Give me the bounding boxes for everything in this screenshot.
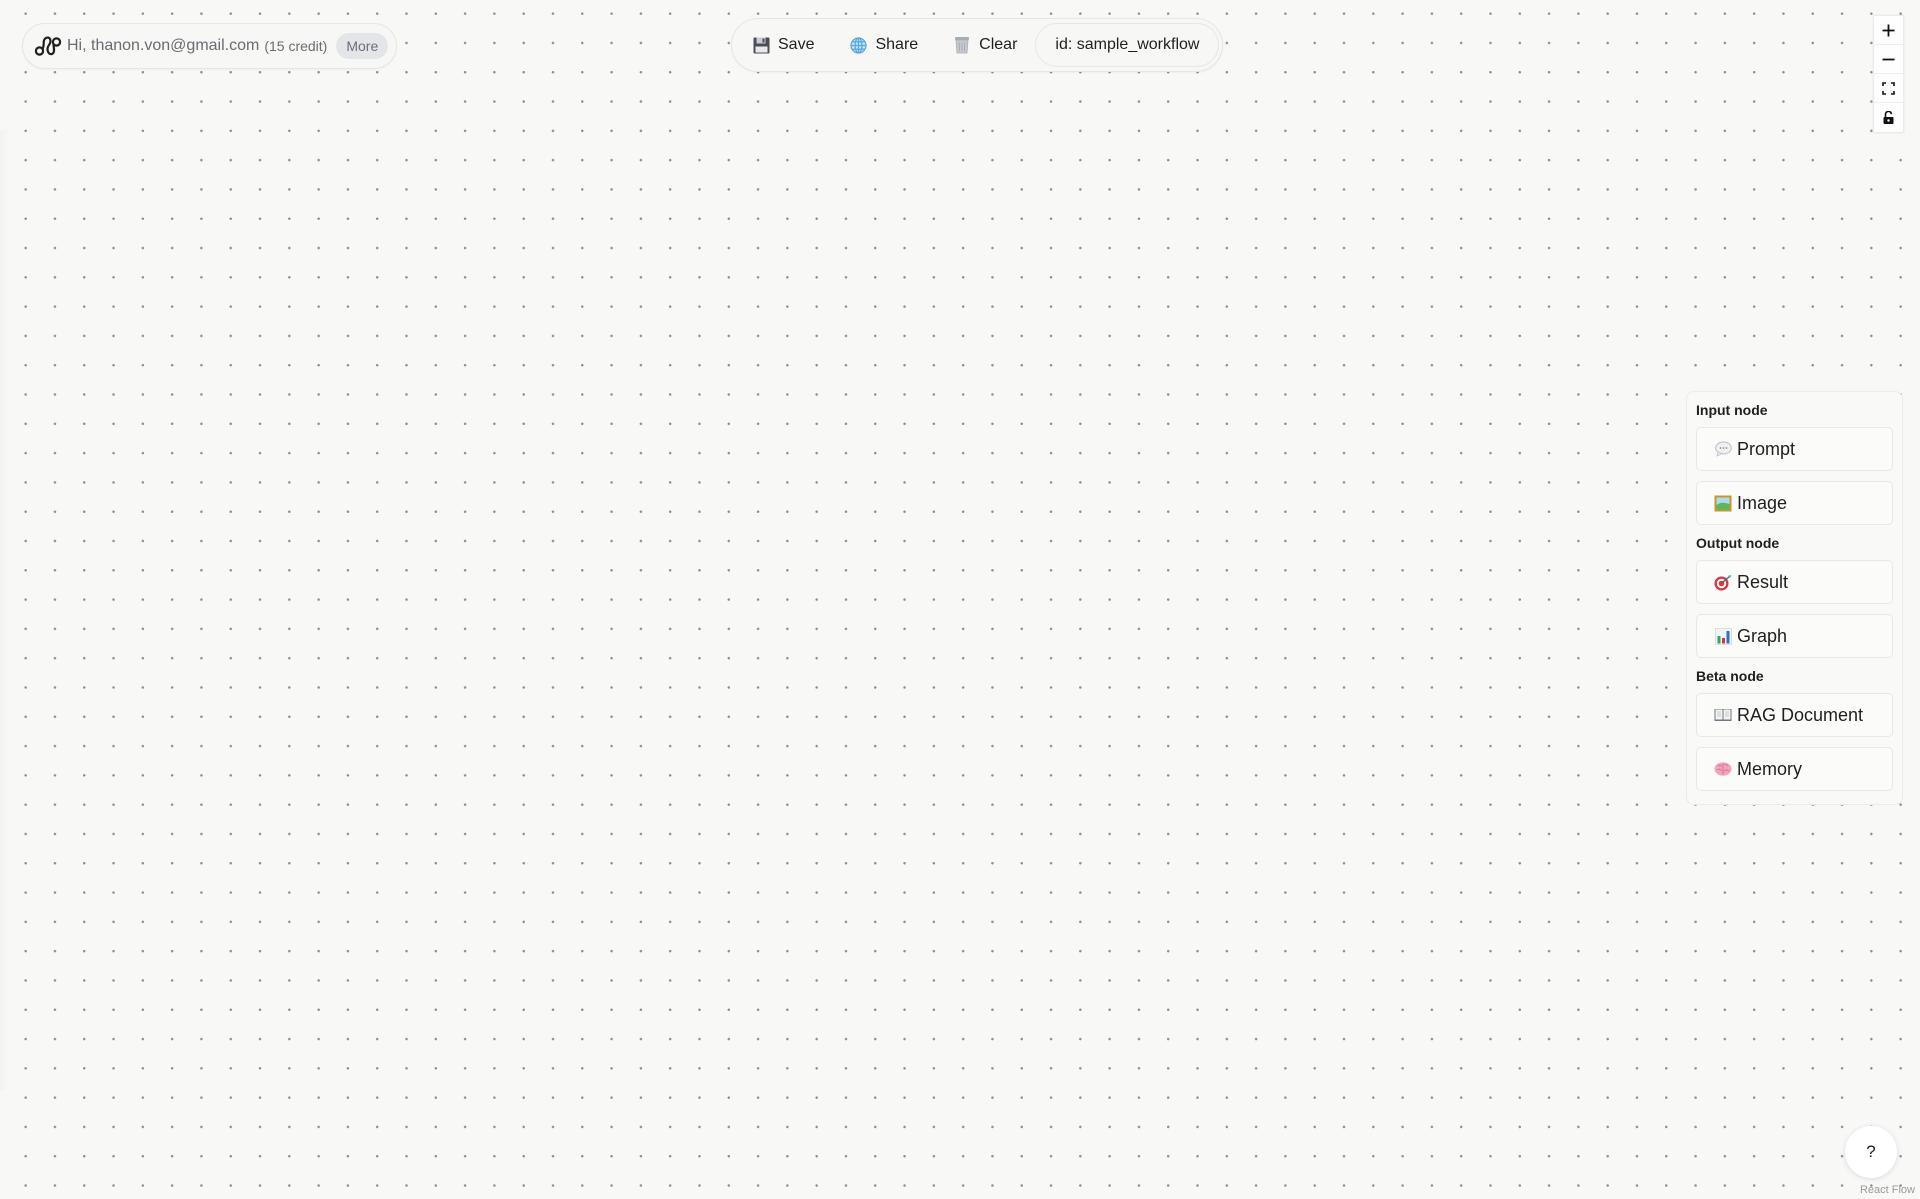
save-label: Save: [778, 36, 815, 53]
share-button[interactable]: Share: [849, 36, 918, 54]
fit-view-button[interactable]: [1874, 74, 1903, 103]
section-title-beta: Beta node: [1696, 668, 1764, 684]
globe-icon: [849, 36, 867, 54]
node-label: Graph: [1737, 625, 1788, 646]
node-prompt-button[interactable]: Prompt: [1696, 427, 1893, 471]
share-label: Share: [875, 36, 919, 53]
user-info-pill: Hi, thanon.von@gmail.com (15 credit) Mor…: [22, 23, 397, 69]
node-memory-button[interactable]: Memory: [1696, 747, 1893, 791]
unlock-icon: [1883, 111, 1894, 124]
react-flow-attribution[interactable]: React Flow: [1860, 1184, 1915, 1196]
node-graph-button[interactable]: Graph: [1696, 614, 1893, 658]
user-greeting: Hi, thanon.von@gmail.com: [67, 37, 260, 54]
clear-label: Clear: [979, 36, 1018, 53]
speech-bubble-icon: [1714, 440, 1732, 458]
bar-chart-icon: [1714, 627, 1732, 645]
node-image-button[interactable]: Image: [1696, 481, 1893, 525]
more-button[interactable]: More: [336, 33, 389, 59]
section-title-input: Input node: [1696, 402, 1768, 418]
node-palette: Input node Prompt Image Output node Resu…: [1686, 391, 1903, 805]
framed-picture-icon: [1714, 494, 1732, 512]
node-rag-document-button[interactable]: RAG Document: [1696, 693, 1893, 737]
brain-icon: [1714, 760, 1732, 778]
node-label: Result: [1737, 571, 1789, 592]
open-book-icon: [1714, 706, 1732, 724]
zoom-out-button[interactable]: [1874, 45, 1903, 74]
flow-controls: [1874, 16, 1903, 132]
toggle-interactivity-button[interactable]: [1874, 103, 1903, 132]
workflow-toolbar: Save Share Clear id: sample_workflow: [731, 18, 1223, 72]
workflow-id-field[interactable]: id: sample_workflow: [1035, 23, 1220, 67]
target-icon: [1714, 573, 1732, 591]
section-title-output: Output node: [1696, 535, 1780, 551]
node-result-button[interactable]: Result: [1696, 560, 1893, 604]
clear-button[interactable]: Clear: [953, 36, 1017, 54]
help-button[interactable]: ?: [1845, 1126, 1897, 1178]
minus-icon: [1882, 58, 1895, 60]
node-label: RAG Document: [1737, 704, 1864, 725]
node-label: Image: [1737, 492, 1788, 513]
logo-icon: [33, 30, 63, 62]
plus-icon: [1882, 24, 1895, 36]
flow-canvas[interactable]: [0, 0, 1920, 1199]
node-label: Memory: [1737, 758, 1803, 779]
credit-count: (15 credit): [264, 38, 328, 54]
zoom-in-button[interactable]: [1874, 16, 1903, 45]
fit-view-icon: [1882, 81, 1895, 95]
node-label: Prompt: [1737, 438, 1796, 459]
save-button[interactable]: Save: [752, 36, 814, 54]
trash-can-icon: [953, 36, 971, 54]
floppy-disk-icon: [752, 36, 770, 54]
